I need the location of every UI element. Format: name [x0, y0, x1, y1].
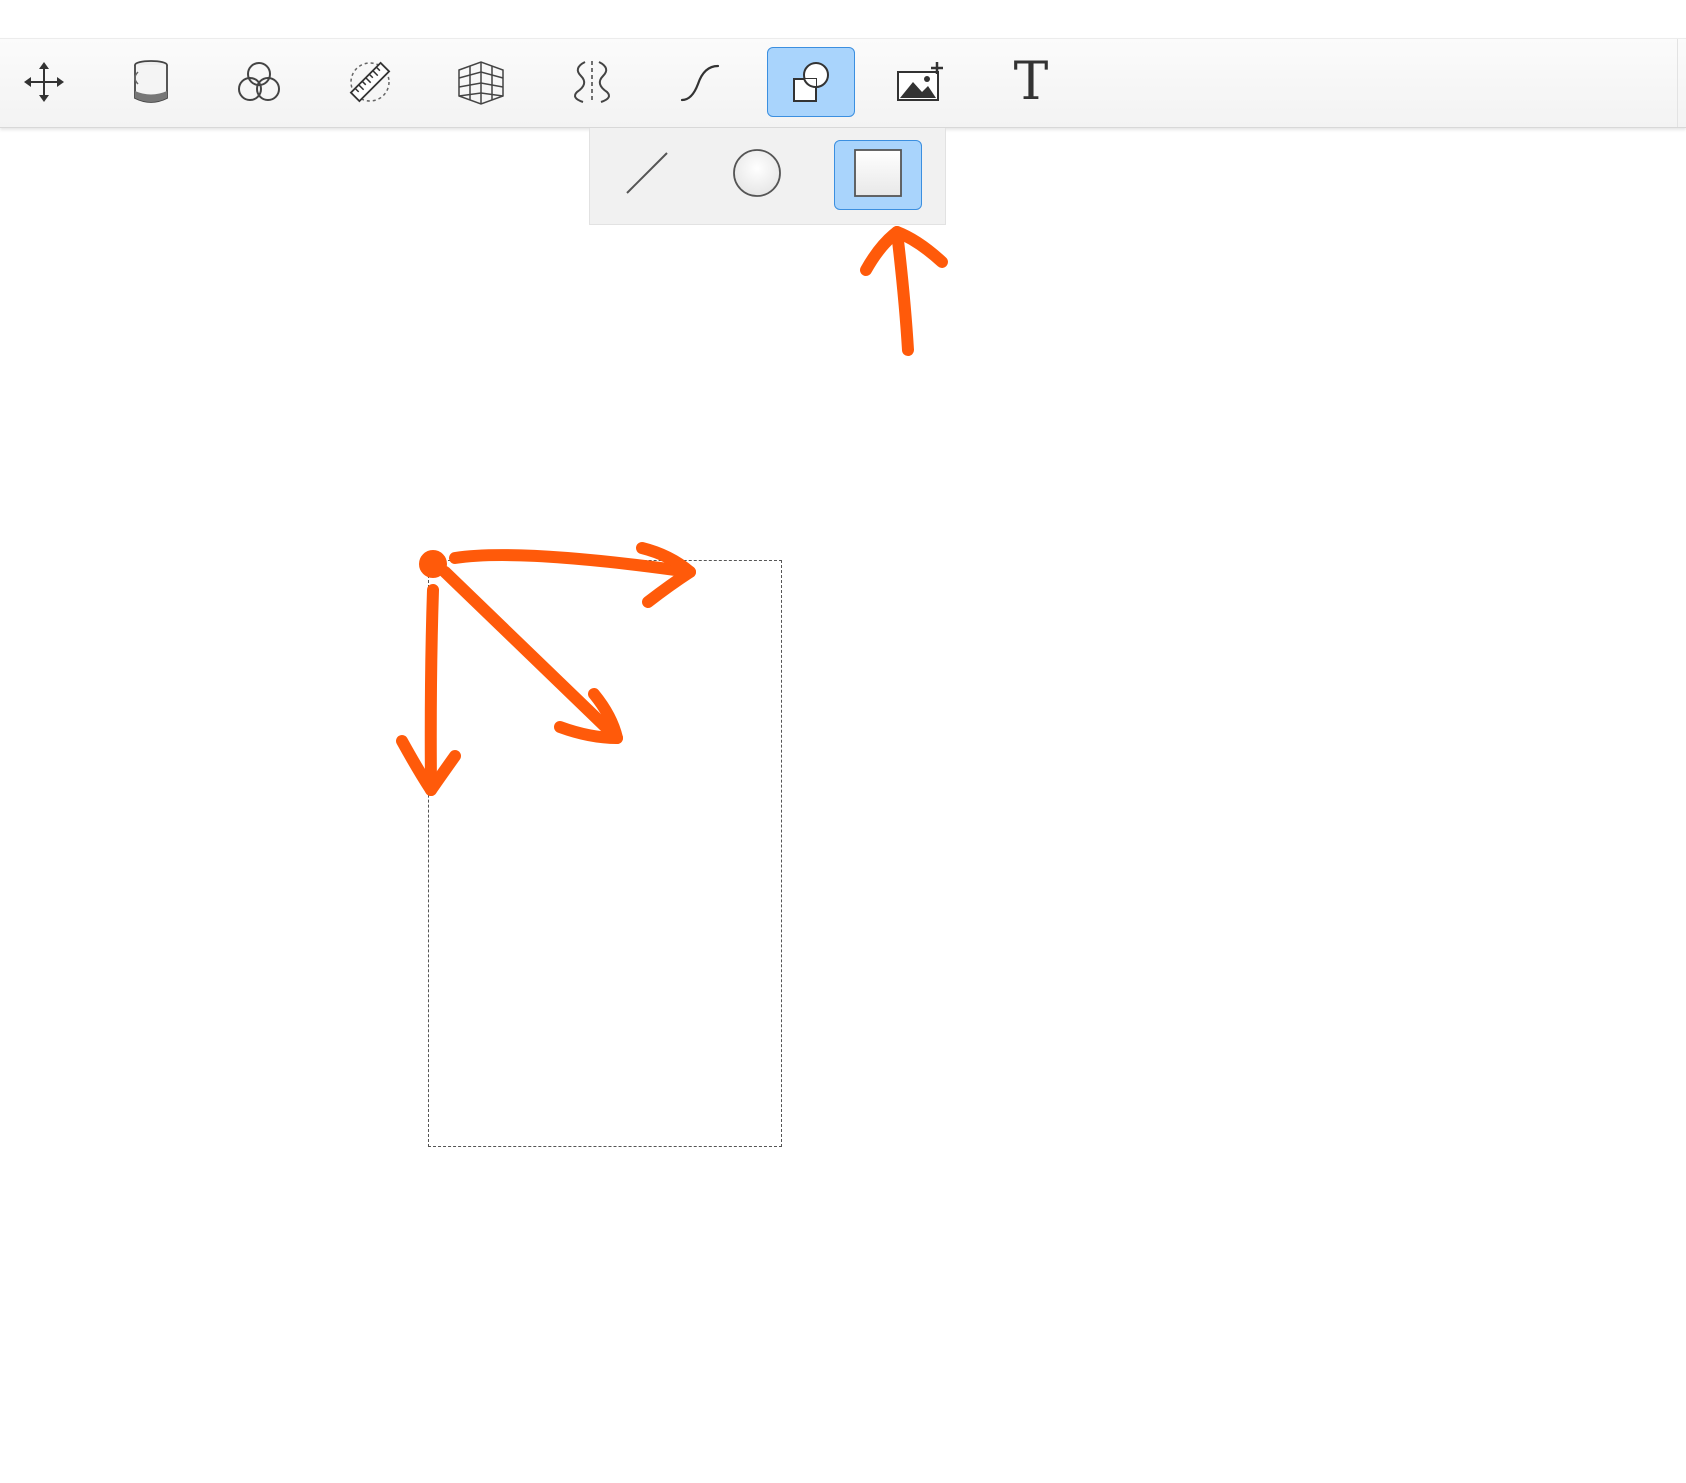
- paint-bucket-icon: [129, 58, 173, 106]
- shapes-icon: [788, 59, 834, 105]
- curve-icon: [676, 60, 724, 104]
- drawing-canvas[interactable]: [0, 128, 1686, 1483]
- curve-tool-button[interactable]: [656, 47, 744, 117]
- add-image-icon: [895, 60, 945, 104]
- color-mix-tool-button[interactable]: [215, 47, 303, 117]
- perspective-grid-icon: [455, 58, 507, 106]
- move-arrows-icon: [22, 60, 66, 104]
- fill-tool-button[interactable]: [107, 47, 195, 117]
- rectangle-selection-preview[interactable]: [428, 560, 782, 1147]
- text-tool-button[interactable]: T: [987, 47, 1075, 117]
- overlapping-circles-icon: [235, 59, 283, 105]
- toolbar-divider: [1677, 39, 1678, 127]
- move-tool-button[interactable]: [0, 47, 88, 117]
- app-window: T: [0, 0, 1686, 1483]
- ruler-icon: [346, 58, 394, 106]
- symmetry-icon: [567, 58, 617, 106]
- symmetry-tool-button[interactable]: [548, 47, 636, 117]
- shape-tool-button[interactable]: [767, 47, 855, 117]
- ruler-tool-button[interactable]: [326, 47, 414, 117]
- perspective-grid-tool-button[interactable]: [437, 47, 525, 117]
- image-import-tool-button[interactable]: [876, 47, 964, 117]
- top-toolbar: T: [0, 38, 1686, 128]
- text-icon: T: [1013, 52, 1049, 112]
